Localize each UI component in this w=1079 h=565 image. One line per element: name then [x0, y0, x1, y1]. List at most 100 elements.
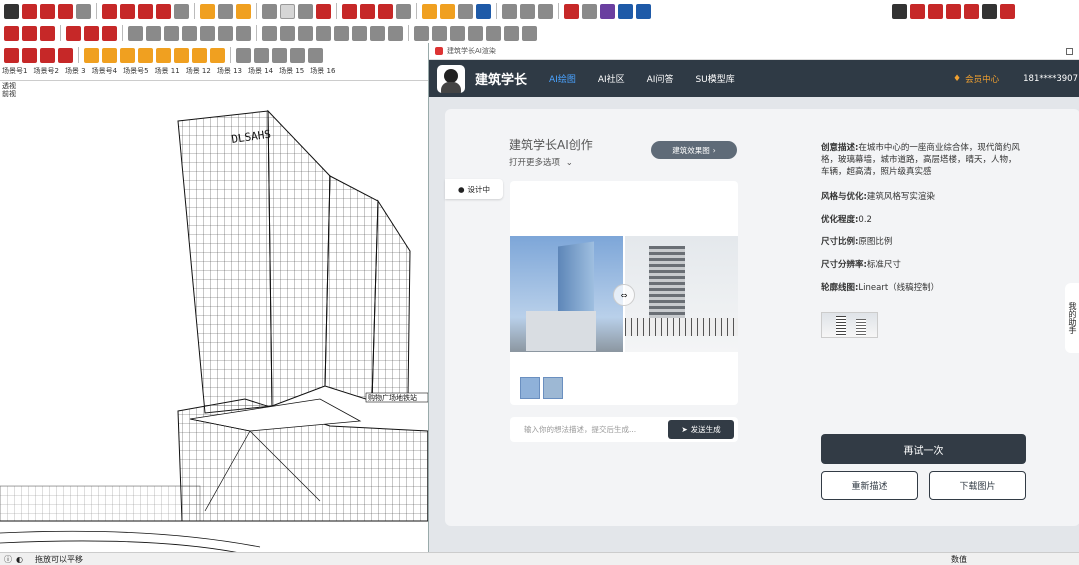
- settings-icon[interactable]: [636, 3, 651, 19]
- scene-tab[interactable]: 场景 16: [310, 66, 335, 78]
- tool-k-icon[interactable]: [200, 25, 215, 41]
- send-button[interactable]: ➤ 发送生成: [668, 420, 734, 439]
- scene-tab[interactable]: 场景号5: [123, 66, 148, 78]
- tool-d-icon[interactable]: [66, 25, 81, 41]
- tool-e-icon[interactable]: [84, 25, 99, 41]
- tool-bb-icon[interactable]: [22, 47, 37, 63]
- tool-bo-icon[interactable]: [272, 47, 287, 63]
- section-cut-icon[interactable]: [538, 3, 553, 19]
- view-right-icon[interactable]: [476, 3, 491, 19]
- scene-tab[interactable]: 场景 11: [155, 66, 180, 78]
- tool-g-icon[interactable]: [128, 25, 143, 41]
- scene-tab[interactable]: 场景 15: [279, 66, 304, 78]
- info-icon[interactable]: ⓘ: [4, 554, 12, 565]
- tool-o-icon[interactable]: [280, 25, 295, 41]
- view-top-icon[interactable]: [440, 3, 455, 19]
- paint-icon[interactable]: [236, 3, 251, 19]
- tool-f-icon[interactable]: [102, 25, 117, 41]
- warehouse-icon[interactable]: [342, 3, 357, 19]
- tool-bq-icon[interactable]: [308, 47, 323, 63]
- shape-icon[interactable]: [76, 3, 91, 19]
- tool-l-icon[interactable]: [218, 25, 233, 41]
- nav-ai-qa[interactable]: AI问答: [647, 72, 674, 85]
- tool-h-icon[interactable]: [146, 25, 161, 41]
- tool-v-icon[interactable]: [414, 25, 429, 41]
- zoom-extents-icon[interactable]: [316, 3, 331, 19]
- tool-bj-icon[interactable]: [174, 47, 189, 63]
- tool-bp-icon[interactable]: [290, 47, 305, 63]
- thumbnail-2[interactable]: [543, 377, 563, 399]
- tool-n-icon[interactable]: [262, 25, 277, 41]
- tool-bh-icon[interactable]: [138, 47, 153, 63]
- tape-icon[interactable]: [200, 3, 215, 19]
- help-icon[interactable]: [618, 3, 633, 19]
- tool-ba-icon[interactable]: [4, 47, 19, 63]
- thumbnail-1[interactable]: [520, 377, 540, 399]
- tool-m-icon[interactable]: [236, 25, 251, 41]
- offset-icon[interactable]: [174, 3, 189, 19]
- download-button[interactable]: 下载图片: [929, 471, 1026, 500]
- tool-z-icon[interactable]: [486, 25, 501, 41]
- nav-su-models[interactable]: SU模型库: [695, 72, 734, 85]
- layout-icon[interactable]: [564, 3, 579, 19]
- chevron-down-icon[interactable]: ⌄: [566, 158, 573, 168]
- render-left[interactable]: [510, 236, 623, 352]
- scene-tab[interactable]: 场景号2: [33, 66, 58, 78]
- ruby-icon[interactable]: [378, 3, 393, 19]
- pencil-icon[interactable]: [40, 3, 55, 19]
- tool-y-icon[interactable]: [468, 25, 483, 41]
- tool-bi-icon[interactable]: [156, 47, 171, 63]
- scene-tab[interactable]: 场景 3: [65, 66, 86, 78]
- tool-i-icon[interactable]: [164, 25, 179, 41]
- maximize-icon[interactable]: [1066, 47, 1073, 55]
- tool-q-icon[interactable]: [316, 25, 331, 41]
- select-tool-icon[interactable]: [4, 3, 19, 19]
- render-right[interactable]: [625, 236, 738, 352]
- tool-bn-icon[interactable]: [254, 47, 269, 63]
- tool-bg-icon[interactable]: [120, 47, 135, 63]
- pan-icon[interactable]: [280, 3, 295, 19]
- tool-u-icon[interactable]: [388, 25, 403, 41]
- nav-ai-draw[interactable]: AI绘图: [549, 72, 576, 85]
- compare-slider-handle[interactable]: ⇔: [613, 284, 635, 306]
- lineart-thumbnail[interactable]: [821, 312, 878, 338]
- plugin-icon-6[interactable]: [982, 3, 997, 19]
- plugin-icon-2[interactable]: [910, 3, 925, 19]
- tool-bl-icon[interactable]: [210, 47, 225, 63]
- tool-bd-icon[interactable]: [58, 47, 73, 63]
- scene-tab[interactable]: 场景号1: [2, 66, 27, 78]
- orbit-icon[interactable]: [262, 3, 277, 19]
- tool-be-icon[interactable]: [84, 47, 99, 63]
- font-icon[interactable]: [582, 3, 597, 19]
- pushpull-icon[interactable]: [120, 3, 135, 19]
- redescribe-button[interactable]: 重新描述: [821, 471, 918, 500]
- m-logo-icon[interactable]: [600, 3, 615, 19]
- plugin-icon-7[interactable]: [1000, 3, 1015, 19]
- eraser-icon[interactable]: [22, 3, 37, 19]
- user-phone[interactable]: 181****3907: [1023, 74, 1078, 84]
- arc-icon[interactable]: [58, 3, 73, 19]
- gear-icon[interactable]: [396, 3, 411, 19]
- view-iso-icon[interactable]: [422, 3, 437, 19]
- tool-x-icon[interactable]: [450, 25, 465, 41]
- plugin-icon-5[interactable]: [964, 3, 979, 19]
- tool-j-icon[interactable]: [182, 25, 197, 41]
- tool-aa-icon[interactable]: [504, 25, 519, 41]
- tool-ab-icon[interactable]: [522, 25, 537, 41]
- scale-icon[interactable]: [156, 3, 171, 19]
- vip-center-link[interactable]: 会员中心: [965, 73, 999, 85]
- tool-bm-icon[interactable]: [236, 47, 251, 63]
- view-front-icon[interactable]: [458, 3, 473, 19]
- extension-icon[interactable]: [360, 3, 375, 19]
- tool-bc-icon[interactable]: [40, 47, 55, 63]
- scene-tab[interactable]: 场景 12: [186, 66, 211, 78]
- zoom-icon[interactable]: [298, 3, 313, 19]
- prompt-input[interactable]: 输入你的想法描述，提交后生成... ➤ 发送生成: [510, 417, 738, 442]
- section-display-icon[interactable]: [520, 3, 535, 19]
- text-icon[interactable]: [218, 3, 233, 19]
- tool-t-icon[interactable]: [370, 25, 385, 41]
- avatar[interactable]: [437, 64, 465, 93]
- model-viewport[interactable]: 透视 前视 DLSAHS 购物广场地铁站: [0, 80, 428, 552]
- plugin-icon-4[interactable]: [946, 3, 961, 19]
- tool-b-icon[interactable]: [22, 25, 37, 41]
